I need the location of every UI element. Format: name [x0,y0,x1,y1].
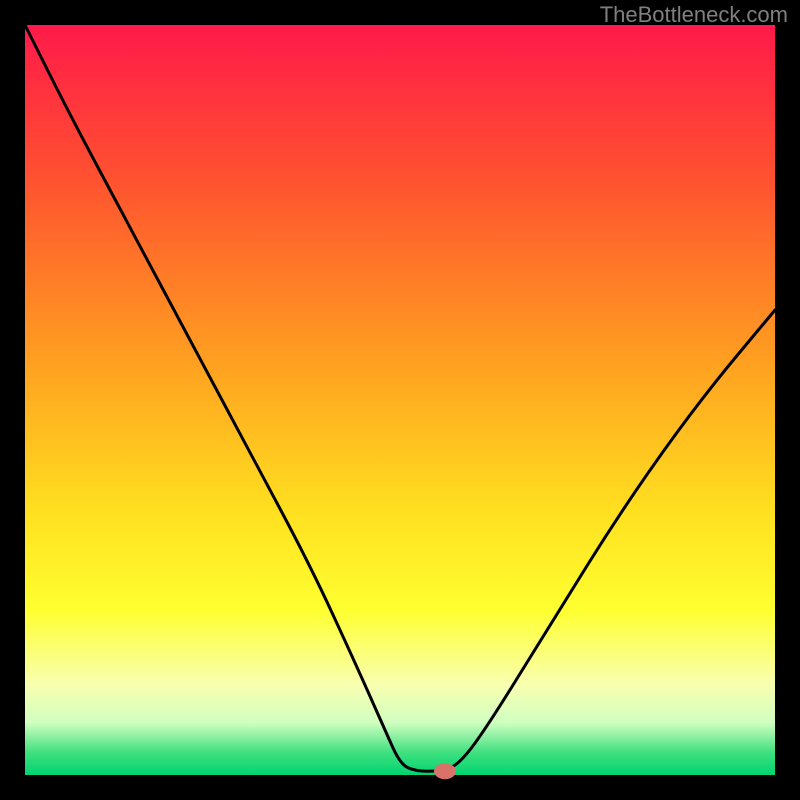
chart-gradient-background [25,25,775,775]
bottleneck-chart [0,0,800,800]
watermark-text: TheBottleneck.com [600,2,788,28]
chart-container: TheBottleneck.com [0,0,800,800]
optimal-point-marker [434,763,456,779]
